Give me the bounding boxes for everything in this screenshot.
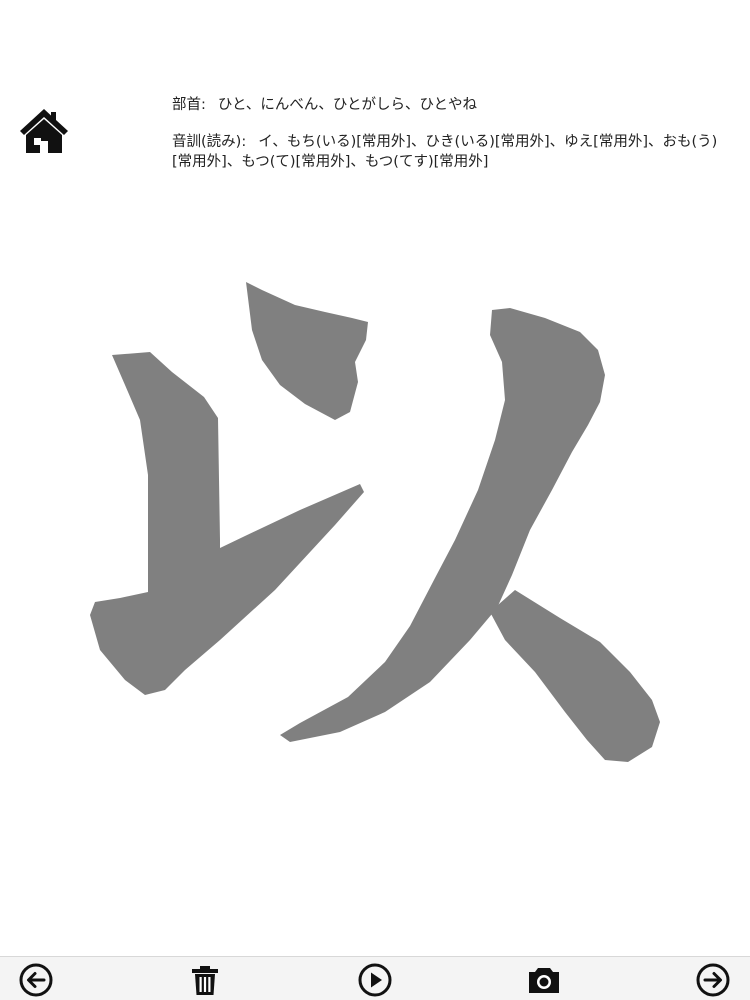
onkun-row: 音訓(読み): イ、もち(いる)[常用外]、ひき(いる)[常用外]、ゆえ[常用外]… [172, 132, 732, 172]
kanji-info: 部首: ひと、にんべん、ひとがしら、ひとやね 音訓(読み): イ、もち(いる)[常用… [172, 95, 732, 172]
bushu-value: ひと、にんべん、ひとがしら、ひとやね [217, 97, 478, 113]
kanji-glyph [90, 282, 660, 762]
camera-button[interactable] [526, 962, 562, 998]
next-button[interactable] [695, 962, 731, 998]
arrow-left-circle-icon [19, 963, 53, 997]
bushu-row: 部首: ひと、にんべん、ひとがしら、ひとやね [172, 95, 732, 115]
bushu-label: 部首: [172, 97, 206, 113]
play-button[interactable] [357, 962, 393, 998]
bottom-toolbar [0, 956, 750, 1000]
trash-icon [192, 966, 218, 995]
kanji-drawing-canvas[interactable] [70, 270, 680, 780]
camera-icon [529, 968, 559, 993]
previous-button[interactable] [18, 962, 54, 998]
kanji-detail-screen: 部首: ひと、にんべん、ひとがしら、ひとやね 音訓(読み): イ、もち(いる)[常用… [0, 0, 750, 1000]
delete-button[interactable] [187, 962, 223, 998]
onkun-value: イ、もち(いる)[常用外]、ひき(いる)[常用外]、ゆえ[常用外]、おも(う)[… [172, 134, 718, 170]
home-button[interactable] [18, 105, 70, 157]
play-circle-icon [358, 963, 392, 997]
arrow-right-circle-icon [696, 963, 730, 997]
onkun-label: 音訓(読み): [172, 134, 247, 150]
home-icon [20, 109, 68, 153]
